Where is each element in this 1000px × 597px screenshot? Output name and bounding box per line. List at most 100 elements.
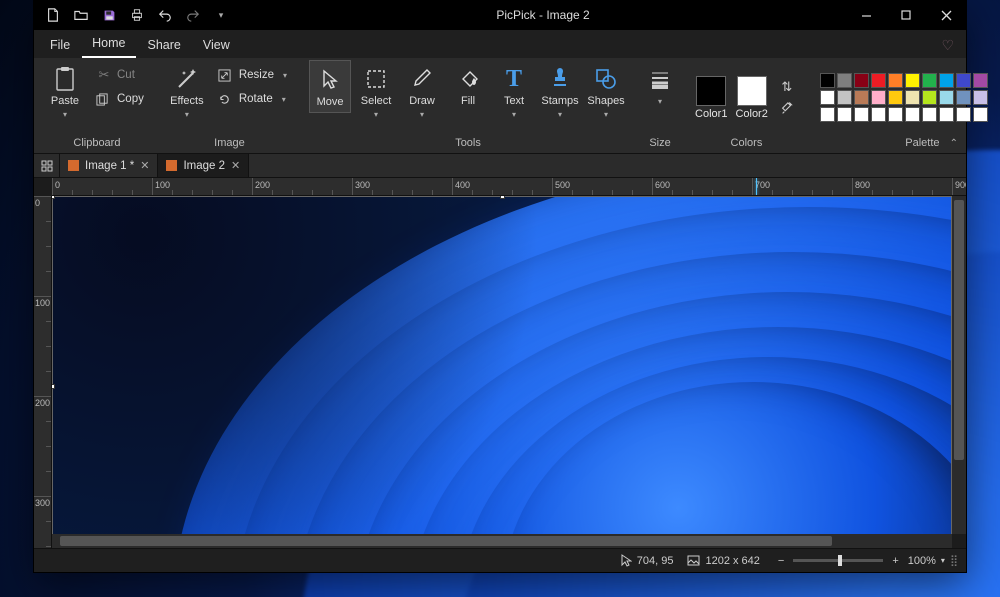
palette-color[interactable] — [820, 107, 835, 122]
stamp-icon — [549, 64, 571, 94]
effects-button[interactable]: Effects▾ — [166, 60, 208, 123]
palette-color[interactable] — [956, 107, 971, 122]
palette-color[interactable] — [888, 90, 903, 105]
color1-button[interactable]: Color1 — [693, 72, 729, 124]
horizontal-scrollbar[interactable] — [52, 534, 952, 548]
palette-color[interactable] — [939, 73, 954, 88]
zoom-slider[interactable] — [793, 559, 883, 562]
stamps-tool[interactable]: Stamps▾ — [539, 60, 581, 123]
color2-button[interactable]: Color2 — [733, 72, 769, 124]
collapse-ribbon-icon[interactable]: ⌃ — [950, 138, 958, 149]
qat-customize-icon[interactable]: ▾ — [210, 4, 232, 26]
cursor-icon — [320, 65, 340, 95]
palette-color[interactable] — [854, 73, 869, 88]
palette-color[interactable] — [905, 73, 920, 88]
resize-button[interactable]: Resize▾ — [212, 64, 293, 86]
palette-color[interactable] — [922, 90, 937, 105]
palette-color[interactable] — [956, 90, 971, 105]
palette-color[interactable] — [956, 73, 971, 88]
canvas[interactable] — [52, 196, 952, 548]
tab-view[interactable]: View — [193, 34, 240, 58]
resize-handle[interactable] — [52, 196, 55, 199]
ribbon-tabs: File Home Share View ♡ — [34, 30, 966, 58]
save-icon[interactable] — [98, 4, 120, 26]
palette-color[interactable] — [973, 73, 988, 88]
draw-tool[interactable]: Draw▾ — [401, 60, 443, 123]
palette-color[interactable] — [939, 107, 954, 122]
cut-button[interactable]: ✂Cut — [90, 64, 150, 86]
tab-grid-icon[interactable] — [34, 154, 60, 177]
more-colors-button[interactable]: More▾ — [996, 65, 1000, 130]
palette-color[interactable] — [871, 107, 886, 122]
minimize-button[interactable] — [846, 0, 886, 30]
tab-share[interactable]: Share — [138, 34, 191, 58]
move-tool[interactable]: Move — [309, 60, 351, 113]
shapes-tool[interactable]: Shapes▾ — [585, 60, 627, 123]
copy-button[interactable]: Copy — [90, 88, 150, 110]
marquee-icon — [365, 64, 387, 94]
doc-tab-image2[interactable]: Image 2 ✕ — [158, 154, 249, 177]
fill-tool[interactable]: Fill — [447, 60, 489, 111]
palette-color[interactable] — [837, 107, 852, 122]
vertical-scrollbar[interactable] — [952, 196, 966, 534]
app-window: ▾ PicPick - Image 2 File Home Share View… — [33, 0, 967, 573]
palette-color[interactable] — [973, 90, 988, 105]
resize-handle[interactable] — [52, 384, 55, 389]
palette-color[interactable] — [888, 73, 903, 88]
favorite-icon[interactable]: ♡ — [935, 33, 960, 58]
canvas-viewport[interactable] — [52, 196, 966, 548]
tab-file[interactable]: File — [40, 34, 80, 58]
redo-icon[interactable] — [182, 4, 204, 26]
palette-color[interactable] — [871, 90, 886, 105]
tab-home[interactable]: Home — [82, 32, 135, 58]
vertical-ruler[interactable] — [34, 196, 52, 548]
palette-color[interactable] — [854, 107, 869, 122]
color2-swatch — [737, 76, 767, 106]
copy-icon — [96, 93, 112, 106]
zoom-out-button[interactable]: − — [774, 555, 788, 567]
paste-button[interactable]: Paste▾ — [44, 60, 86, 123]
close-tab-icon[interactable]: ✕ — [140, 159, 149, 172]
palette-color[interactable] — [922, 107, 937, 122]
select-tool[interactable]: Select▾ — [355, 60, 397, 123]
group-tools: Move Select▾ Draw▾ Fill T Text▾ — [303, 60, 633, 153]
palette-color[interactable] — [939, 90, 954, 105]
palette-color[interactable] — [837, 73, 852, 88]
palette-color[interactable] — [820, 73, 835, 88]
size-button[interactable]: ▾ — [643, 60, 677, 110]
eyedropper-icon[interactable] — [778, 100, 796, 118]
palette-color[interactable] — [854, 90, 869, 105]
zoom-menu-icon[interactable]: ▾ — [941, 556, 945, 565]
palette-color[interactable] — [922, 73, 937, 88]
maximize-button[interactable] — [886, 0, 926, 30]
zoom-in-button[interactable]: + — [888, 555, 902, 567]
text-tool[interactable]: T Text▾ — [493, 60, 535, 123]
close-button[interactable] — [926, 0, 966, 30]
rotate-button[interactable]: Rotate▾ — [212, 88, 293, 110]
new-icon[interactable] — [42, 4, 64, 26]
horizontal-ruler[interactable] — [52, 178, 966, 196]
palette-color[interactable] — [820, 90, 835, 105]
pencil-icon — [411, 64, 433, 94]
resize-handle[interactable] — [500, 196, 505, 199]
open-icon[interactable] — [70, 4, 92, 26]
palette-color[interactable] — [888, 107, 903, 122]
zoom-level[interactable]: 100% — [908, 555, 936, 567]
doc-tab-image1[interactable]: Image 1 * ✕ — [60, 154, 158, 177]
wand-icon — [175, 64, 199, 94]
palette-color[interactable] — [871, 73, 886, 88]
doc-tab-label: Image 1 * — [85, 160, 134, 172]
palette-color[interactable] — [973, 107, 988, 122]
print-icon[interactable] — [126, 4, 148, 26]
palette-color[interactable] — [837, 90, 852, 105]
color-palette[interactable] — [816, 69, 992, 126]
swap-colors-icon[interactable]: ⇅ — [778, 78, 796, 96]
status-resize-grip-icon[interactable]: ⣿ — [950, 554, 958, 567]
palette-color[interactable] — [905, 107, 920, 122]
image-dimensions: 1202 x 642 — [687, 555, 759, 567]
palette-color[interactable] — [905, 90, 920, 105]
shapes-icon — [594, 64, 618, 94]
rotate-icon — [218, 93, 234, 106]
undo-icon[interactable] — [154, 4, 176, 26]
close-tab-icon[interactable]: ✕ — [231, 159, 240, 172]
